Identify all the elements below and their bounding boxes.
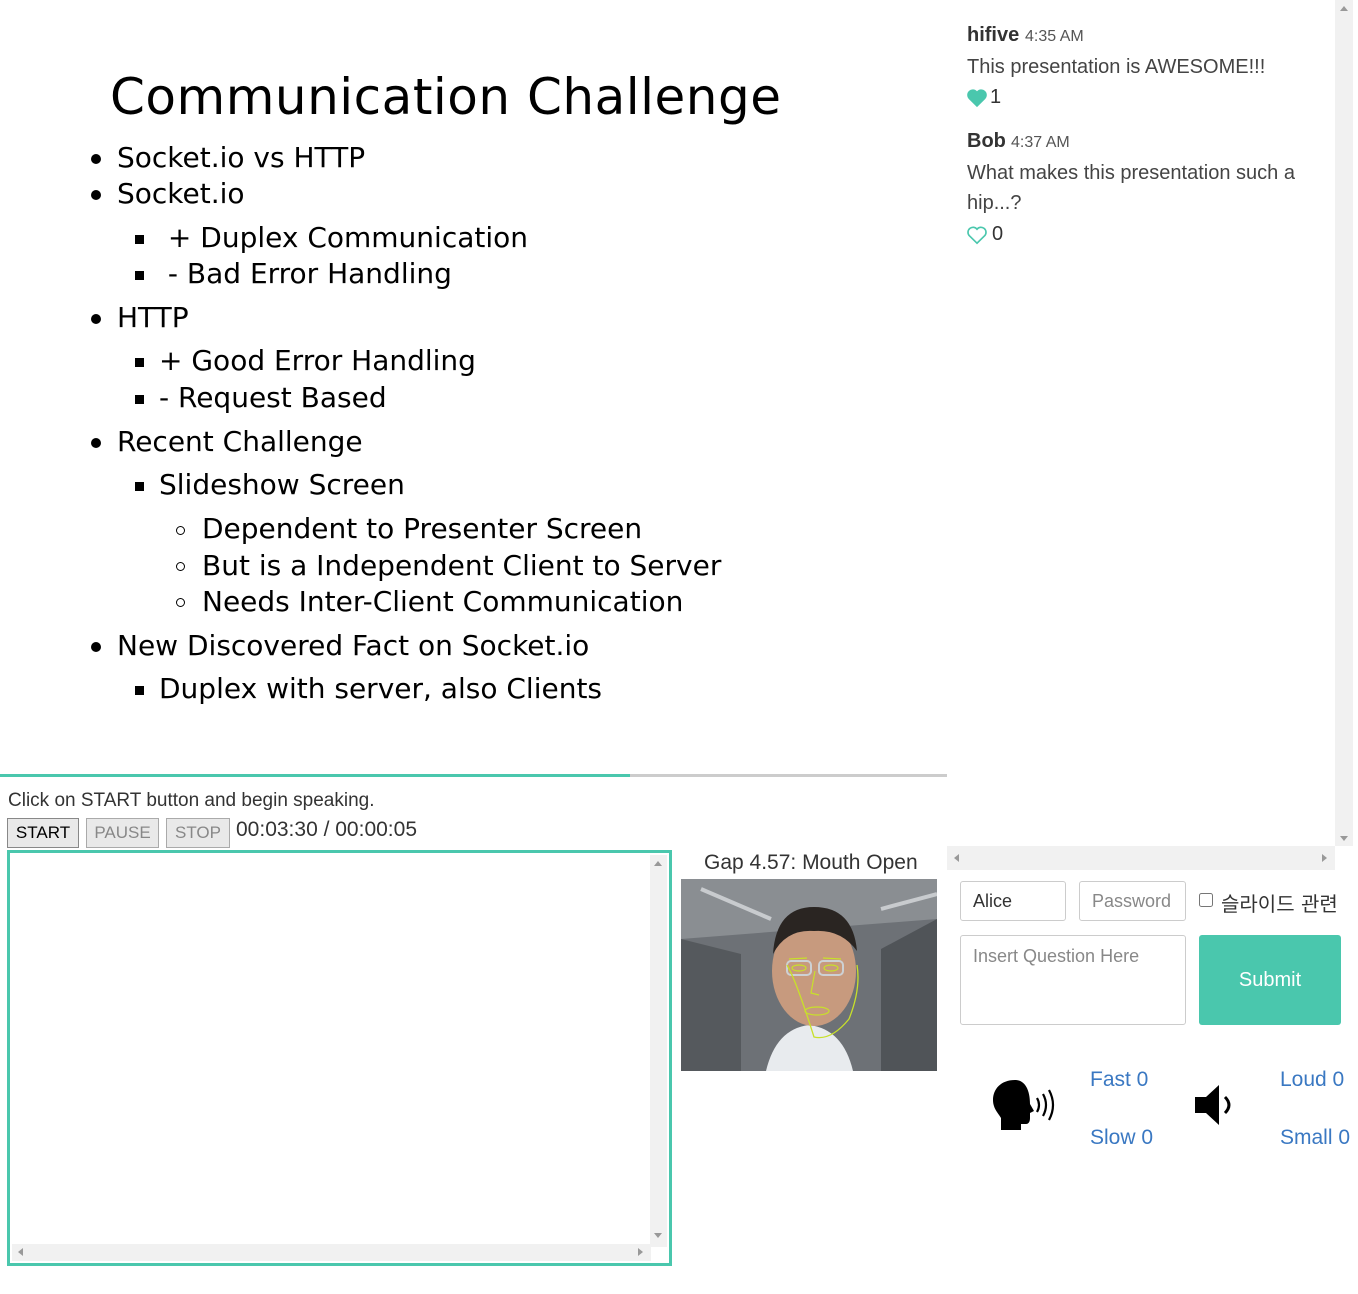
fast-button[interactable]: Fast 0 (1090, 1068, 1148, 1092)
transcript-horizontal-scrollbar[interactable] (12, 1244, 651, 1261)
message-author: Bob (967, 130, 1006, 152)
slide-bullet: - Request Based (159, 381, 387, 414)
slide-bullet: + Good Error Handling (159, 344, 476, 377)
heart-outline-icon[interactable] (966, 225, 988, 245)
chat-panel: hifive 4:35 AM This presentation is AWES… (947, 0, 1335, 846)
scroll-right-icon[interactable] (638, 1248, 643, 1256)
slide-related-checkbox[interactable] (1199, 893, 1213, 907)
transcript-vertical-scrollbar[interactable] (650, 855, 667, 1247)
password-input[interactable] (1079, 881, 1186, 921)
slide-title: Communication Challenge (110, 68, 782, 126)
volume-icon (1195, 1085, 1231, 1125)
slide-bullet: Socket.io (117, 177, 245, 210)
chat-horizontal-scrollbar[interactable] (947, 846, 1335, 870)
face-gap-label: Gap 4.57: Mouth Open (704, 851, 918, 874)
webcam-feed (681, 879, 937, 1071)
scroll-down-icon[interactable] (1340, 836, 1348, 841)
bullet-icon (91, 314, 101, 324)
slide-bullet: Socket.io vs HTTP (117, 141, 366, 174)
scroll-left-icon[interactable] (18, 1248, 23, 1256)
slide-bullet: + Duplex Communication (159, 221, 529, 254)
scroll-left-icon[interactable] (954, 854, 959, 862)
slide-bullet: - Bad Error Handling (159, 257, 452, 290)
stop-button[interactable]: STOP (166, 818, 230, 848)
pause-button[interactable]: PAUSE (86, 818, 159, 848)
square-bullet-icon (135, 686, 144, 695)
square-bullet-icon (135, 395, 144, 404)
like-count: 1 (990, 86, 1002, 108)
message-time: 4:35 AM (1025, 28, 1084, 45)
slide-related-label: 슬라이드 관련 (1221, 892, 1338, 916)
chat-vertical-scrollbar[interactable] (1335, 0, 1353, 846)
square-bullet-icon (135, 482, 144, 491)
square-bullet-icon (135, 358, 144, 367)
bullet-icon (91, 438, 101, 448)
bullet-icon (91, 154, 101, 164)
message-text: This presentation is AWESOME!!! (967, 56, 1266, 78)
scroll-right-icon[interactable] (1322, 854, 1327, 862)
scroll-up-icon[interactable] (1340, 6, 1348, 11)
bullet-icon (91, 642, 101, 652)
slide-progress-fill (0, 774, 630, 777)
question-input[interactable] (960, 935, 1186, 1025)
recorder-status: Click on START button and begin speaking… (8, 790, 375, 811)
small-button[interactable]: Small 0 (1280, 1126, 1350, 1150)
heart-icon[interactable] (966, 88, 988, 108)
slide-bullet: New Discovered Fact on Socket.io (117, 629, 590, 662)
scroll-up-icon[interactable] (654, 861, 662, 866)
slide-bullet: Duplex with server, also Clients (159, 672, 603, 705)
loud-button[interactable]: Loud 0 (1280, 1068, 1344, 1092)
slide-panel: Communication Challenge Socket.io vs HTT… (0, 0, 947, 776)
message-author: hifive (967, 24, 1020, 46)
webcam-image (681, 879, 937, 1071)
circle-bullet-icon (176, 562, 185, 571)
like-count: 0 (992, 223, 1004, 245)
slide-bullet: Slideshow Screen (159, 468, 405, 501)
slide-bullet: Recent Challenge (117, 425, 363, 458)
message-text: What makes this presentation such a hip.… (967, 162, 1295, 214)
speaking-head-icon (993, 1080, 1055, 1130)
submit-button[interactable]: Submit (1199, 935, 1341, 1025)
slide-bullet: HTTP (117, 301, 189, 334)
bullet-icon (91, 190, 101, 200)
message-time: 4:37 AM (1011, 134, 1070, 151)
square-bullet-icon (135, 271, 144, 280)
start-button[interactable]: START (7, 818, 79, 848)
slide-progress-bar (0, 774, 947, 777)
scroll-down-icon[interactable] (654, 1233, 662, 1238)
recorder-timer: 00:03:30 / 00:00:05 (236, 818, 417, 841)
circle-bullet-icon (176, 598, 185, 607)
circle-bullet-icon (176, 526, 185, 535)
transcript-area[interactable] (7, 850, 672, 1266)
square-bullet-icon (135, 235, 144, 244)
slide-bullet: But is a Independent Client to Server (202, 549, 722, 582)
slide-bullet: Dependent to Presenter Screen (202, 512, 643, 545)
slide-bullet: Needs Inter-Client Communication (202, 585, 684, 618)
name-input[interactable] (960, 881, 1066, 921)
slow-button[interactable]: Slow 0 (1090, 1126, 1153, 1150)
